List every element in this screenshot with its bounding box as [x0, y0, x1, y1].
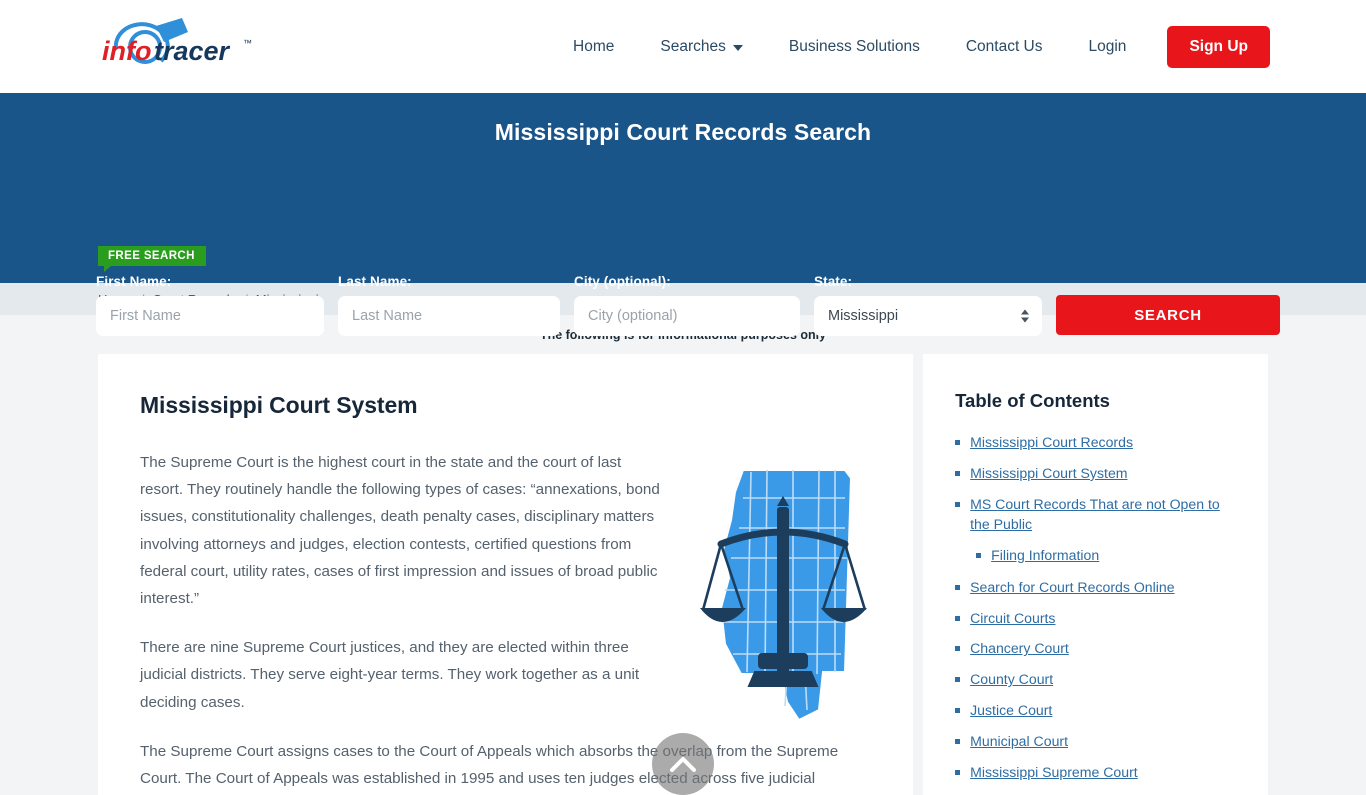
nav-label: Searches	[660, 37, 726, 55]
bullet-icon	[976, 553, 982, 559]
state-select[interactable]: Mississippi	[814, 296, 1042, 336]
nav-item-home[interactable]: Home	[550, 38, 637, 56]
nav-item-login[interactable]: Login	[1066, 38, 1150, 56]
bullet-icon	[955, 677, 961, 683]
page-heading: Mississippi Court Records Search	[494, 119, 872, 145]
city-input[interactable]	[574, 296, 800, 336]
mississippi-map-scales-of-justice-icon	[695, 458, 871, 724]
bullet-icon	[955, 770, 961, 776]
toc-item[interactable]: County Court	[955, 669, 1238, 689]
nav-item-searches[interactable]: Searches	[637, 38, 765, 56]
main-navigation: Home Searches Business Solutions Contact…	[550, 25, 1270, 68]
sign-up-button[interactable]: Sign Up	[1167, 25, 1270, 68]
toc-link[interactable]: County Court	[970, 669, 1053, 689]
toc-item[interactable]: MS Court Records That are not Open to th…	[955, 494, 1238, 535]
search-form: First Name: Last Name: City (optional): …	[96, 274, 1280, 336]
state-select-wrapper: Mississippi	[814, 296, 1042, 336]
site-header: info tracer ™ Home Searches Business Sol…	[0, 0, 1366, 93]
svg-text:™: ™	[243, 38, 252, 48]
article-body: The Supreme Court is the highest court i…	[140, 449, 871, 792]
toc-item[interactable]: Municipal Court	[955, 731, 1238, 751]
toc-item[interactable]: Justice Court	[955, 700, 1238, 720]
nav-item-contact-us[interactable]: Contact Us	[943, 38, 1066, 56]
svg-text:info: info	[102, 36, 151, 66]
article-paragraph: The Supreme Court assigns cases to the C…	[140, 742, 839, 788]
toc-link[interactable]: Chancery Court	[970, 638, 1069, 658]
state-field-group: State: Mississippi	[814, 274, 1042, 336]
toc-item[interactable]: Mississippi Court System	[955, 463, 1238, 483]
infotracer-logo[interactable]: info tracer ™	[98, 16, 268, 78]
bullet-icon	[955, 470, 961, 476]
bullet-icon	[955, 646, 961, 652]
table-of-contents-list: Mississippi Court Records Mississippi Co…	[955, 432, 1238, 795]
free-search-badge: FREE SEARCH	[98, 246, 206, 272]
city-field-group: City (optional):	[574, 274, 800, 336]
toc-link[interactable]: Mississippi Court System	[970, 463, 1127, 483]
bullet-icon	[955, 440, 961, 445]
bullet-icon	[955, 708, 961, 714]
toc-item[interactable]: Circuit Courts	[955, 608, 1238, 628]
table-of-contents-card: Table of Contents Mississippi Court Reco…	[923, 354, 1268, 795]
chevron-down-icon	[732, 44, 743, 51]
first-name-label: First Name:	[96, 274, 172, 289]
toc-link[interactable]: Court Types	[970, 793, 1046, 795]
toc-item[interactable]: Search for Court Records Online	[955, 577, 1238, 597]
search-submit-button[interactable]: SEARCH	[1056, 295, 1280, 335]
toc-link[interactable]: Search for Court Records Online	[970, 577, 1174, 597]
table-of-contents-title: Table of Contents	[955, 390, 1110, 411]
first-name-input[interactable]	[96, 296, 324, 336]
bullet-icon	[955, 739, 961, 745]
nav-item-business-solutions[interactable]: Business Solutions	[766, 38, 943, 56]
toc-item[interactable]: Court Types	[955, 793, 1238, 795]
article-title: Mississippi Court System	[140, 392, 418, 418]
toc-link[interactable]: Municipal Court	[970, 731, 1068, 751]
last-name-input[interactable]	[338, 296, 560, 336]
last-name-field-group: Last Name:	[338, 274, 560, 336]
toc-subitem[interactable]: Filing Information	[955, 545, 1238, 565]
toc-item[interactable]: Chancery Court	[955, 638, 1238, 658]
first-name-field-group: First Name:	[96, 274, 324, 336]
state-label: State:	[814, 274, 853, 289]
toc-item[interactable]: Mississippi Supreme Court	[955, 762, 1238, 782]
toc-link[interactable]: MS Court Records That are not Open to th…	[970, 494, 1238, 535]
toc-link[interactable]: Filing Information	[991, 545, 1099, 565]
bullet-icon	[955, 584, 961, 590]
bullet-icon	[955, 501, 961, 507]
nav-label: Login	[1088, 37, 1127, 55]
city-label: City (optional):	[574, 274, 671, 289]
main-content: Mississippi Court System The Supreme Cou…	[0, 354, 1366, 795]
chevron-up-icon	[670, 757, 696, 772]
toc-link[interactable]: Mississippi Supreme Court	[970, 762, 1138, 782]
search-band: Mississippi Court Records Search FREE SE…	[0, 93, 1366, 336]
nav-label: Home	[573, 37, 615, 55]
svg-text:tracer: tracer	[154, 36, 231, 66]
nav-label: Business Solutions	[788, 37, 920, 55]
article-card: Mississippi Court System The Supreme Cou…	[98, 354, 914, 795]
toc-link[interactable]: Circuit Courts	[970, 608, 1055, 628]
scroll-to-top-button[interactable]	[652, 733, 714, 795]
toc-link[interactable]: Justice Court	[970, 700, 1052, 720]
last-name-label: Last Name:	[338, 274, 412, 289]
nav-label: Contact Us	[965, 37, 1043, 55]
toc-item[interactable]: Mississippi Court Records	[955, 432, 1238, 452]
bullet-icon	[955, 615, 961, 621]
toc-link[interactable]: Mississippi Court Records	[970, 432, 1133, 452]
